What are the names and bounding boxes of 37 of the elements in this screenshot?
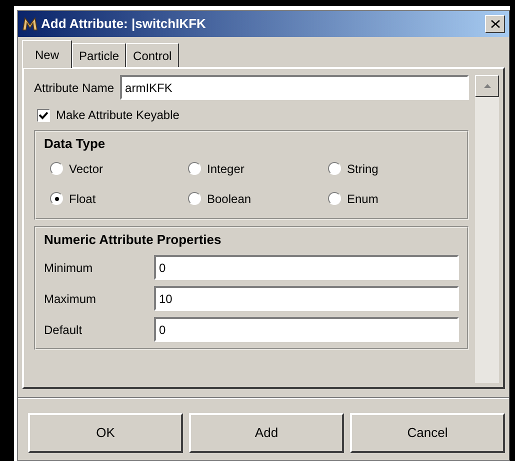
radio-button[interactable] [328, 162, 341, 175]
radio-button[interactable] [328, 192, 341, 205]
radio-button[interactable] [188, 162, 201, 175]
checkbox-label: Make Attribute Keyable [56, 107, 180, 124]
radio-label: Float [69, 190, 96, 208]
close-button[interactable] [485, 15, 505, 33]
number-field[interactable]: 0 [154, 255, 459, 280]
field-label: Maximum [44, 290, 98, 308]
dialog-button[interactable]: Cancel [350, 413, 505, 453]
radio-label: Integer [207, 160, 244, 178]
field-label: Default [44, 322, 84, 338]
radio-label: Enum [347, 190, 378, 208]
group-title: Data Type [44, 135, 106, 153]
radio-button[interactable] [50, 162, 63, 175]
checkbox[interactable] [37, 108, 50, 122]
dialog-button[interactable]: Add [189, 413, 344, 453]
scrollbar[interactable] [475, 75, 499, 383]
field-label: Attribute Name [34, 80, 114, 96]
tab[interactable]: New [22, 40, 72, 68]
number-field[interactable]: 0 [154, 317, 459, 342]
up-arrow-icon [484, 84, 490, 88]
attribute-name-field[interactable]: armIKFK [120, 75, 469, 100]
radio-label: Vector [69, 160, 104, 178]
window-title: Add Attribute: |switchIKFK [41, 15, 206, 34]
radio-button[interactable] [50, 192, 63, 205]
radio-label: Boolean [207, 190, 252, 208]
field-label: Minimum [44, 260, 94, 276]
tab[interactable]: Control [126, 43, 179, 67]
close-icon [490, 20, 500, 28]
dialog-button[interactable]: OK [28, 413, 183, 453]
scroll-up-button[interactable] [475, 75, 499, 97]
radio-label: String [347, 160, 378, 178]
radio-button[interactable] [188, 192, 201, 205]
tab[interactable]: Particle [72, 43, 126, 67]
app-icon [22, 16, 38, 32]
group-title: Numeric Attribute Properties [44, 230, 222, 249]
number-field[interactable]: 10 [154, 286, 459, 311]
